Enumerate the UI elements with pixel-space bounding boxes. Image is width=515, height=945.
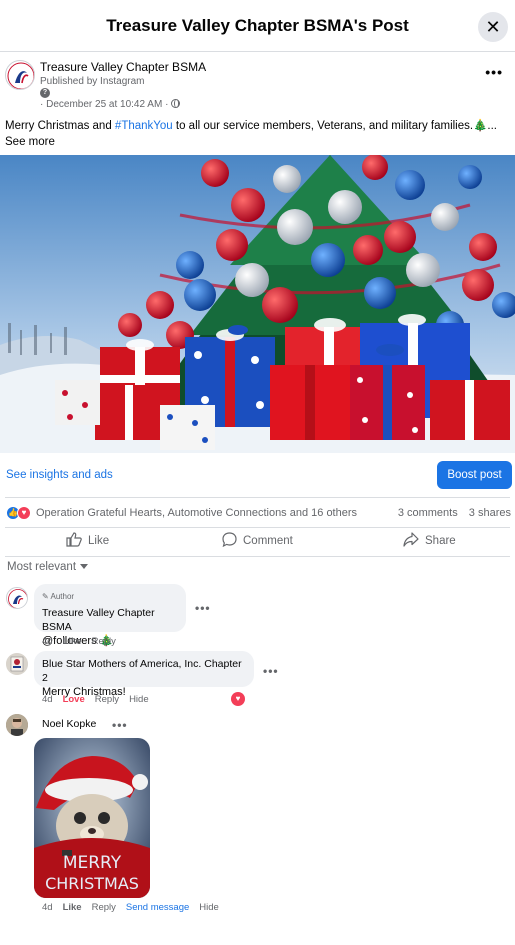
- love-reaction-icon[interactable]: ♥: [231, 692, 245, 706]
- comment-reply-button[interactable]: Reply: [95, 694, 119, 705]
- comment-time[interactable]: 4d: [42, 636, 53, 647]
- comment-hide-button[interactable]: Hide: [199, 902, 219, 913]
- commenter-avatar[interactable]: [6, 714, 28, 736]
- comment-love-button[interactable]: Love: [63, 694, 85, 705]
- post-header: Treasure Valley Chapter BSMA Published b…: [0, 56, 515, 116]
- post-date-text: · December 25 at 10:42 AM ·: [40, 99, 169, 110]
- commenter-avatar[interactable]: [6, 587, 28, 609]
- post-date[interactable]: · December 25 at 10:42 AM ·: [40, 99, 181, 110]
- commenter-name[interactable]: Blue Star Mothers of America, Inc. Chapt…: [42, 657, 246, 685]
- comment-reply-button[interactable]: Reply: [92, 636, 116, 647]
- post-caption: Merry Christmas and #ThankYou to all our…: [5, 118, 510, 150]
- boost-post-button[interactable]: Boost post: [437, 461, 512, 489]
- close-icon: ✕: [485, 16, 501, 37]
- like-button[interactable]: Like: [66, 532, 109, 550]
- reactors-names[interactable]: Operation Grateful Hearts, Automotive Co…: [36, 507, 357, 519]
- caption-text: Merry Christmas and: [5, 120, 115, 132]
- dialog-title: Treasure Valley Chapter BSMA's Post: [106, 16, 409, 35]
- engagement-counts: 3 comments 3 shares: [390, 507, 511, 519]
- comment-bubble: ✎ Author Treasure Valley Chapter BSMA @f…: [34, 584, 186, 647]
- insights-row: See insights and ads Boost post: [0, 458, 515, 494]
- hashtag-link[interactable]: #ThankYou: [115, 120, 173, 132]
- comment-reply-button[interactable]: Reply: [92, 902, 116, 913]
- share-icon: [403, 532, 419, 550]
- sticker-text-merry: MERRY: [63, 853, 122, 873]
- comments-count[interactable]: 3 comments: [398, 507, 458, 519]
- like-label: Like: [88, 535, 110, 547]
- comment-more-icon[interactable]: •••: [263, 664, 279, 678]
- sort-label: Most relevant: [7, 561, 77, 573]
- author-badge-label: Author: [50, 592, 75, 601]
- commenter-name[interactable]: Treasure Valley Chapter BSMA: [42, 606, 178, 634]
- comment-time[interactable]: 4d: [42, 902, 53, 913]
- sticker-text-christmas: CHRISTMAS: [45, 874, 139, 893]
- commenter-name[interactable]: Noel Kopke: [42, 718, 96, 730]
- comment-like-button[interactable]: Like: [63, 902, 82, 913]
- comment-meta: 4d Like Reply: [42, 636, 126, 647]
- comment-time[interactable]: 4d: [42, 694, 53, 705]
- share-label: Share: [425, 535, 456, 547]
- comment-meta: 4d Love Reply Hide: [42, 694, 159, 705]
- info-icon[interactable]: ?: [40, 88, 50, 98]
- comment-icon: [222, 532, 237, 550]
- comment-more-icon[interactable]: •••: [112, 718, 128, 732]
- shares-count[interactable]: 3 shares: [469, 507, 511, 519]
- post-image[interactable]: [0, 155, 515, 453]
- author-badge: ✎ Author: [42, 590, 178, 604]
- more-options-icon[interactable]: •••: [485, 64, 503, 80]
- reaction-icons: 👍 ♥: [6, 506, 32, 520]
- send-message-button[interactable]: Send message: [126, 902, 189, 913]
- reactions-summary[interactable]: 👍 ♥ Operation Grateful Hearts, Automotiv…: [0, 502, 515, 524]
- comment-sticker-image[interactable]: MERRY CHRISTMAS: [34, 738, 150, 898]
- chevron-down-icon: [80, 564, 89, 569]
- post-actions: Like Comment Share: [0, 528, 515, 554]
- divider: [5, 556, 510, 557]
- comment-hide-button[interactable]: Hide: [129, 694, 149, 705]
- comment-more-icon[interactable]: •••: [195, 601, 211, 615]
- close-button[interactable]: ✕: [478, 12, 508, 42]
- comment-button[interactable]: Comment: [222, 532, 293, 550]
- comment-meta: 4d Like Reply Send message Hide: [42, 902, 229, 913]
- comment-sort-dropdown[interactable]: Most relevant: [7, 561, 89, 573]
- share-button[interactable]: Share: [403, 532, 456, 550]
- commenter-avatar[interactable]: [6, 653, 28, 675]
- post-author-name[interactable]: Treasure Valley Chapter BSMA: [40, 60, 206, 74]
- thumbs-up-icon: [66, 532, 82, 550]
- comment-label: Comment: [243, 535, 293, 547]
- love-reaction-icon: ♥: [17, 506, 31, 520]
- published-via: Published by Instagram: [40, 76, 145, 87]
- author-avatar[interactable]: [5, 60, 35, 90]
- globe-icon: [171, 99, 181, 108]
- pencil-icon: ✎: [42, 592, 49, 601]
- comment-like-button[interactable]: Like: [63, 636, 82, 647]
- post-dialog-header: Treasure Valley Chapter BSMA's Post ✕: [0, 0, 515, 52]
- see-insights-link[interactable]: See insights and ads: [6, 469, 113, 481]
- comment-bubble: Blue Star Mothers of America, Inc. Chapt…: [34, 651, 254, 698]
- divider: [5, 497, 510, 498]
